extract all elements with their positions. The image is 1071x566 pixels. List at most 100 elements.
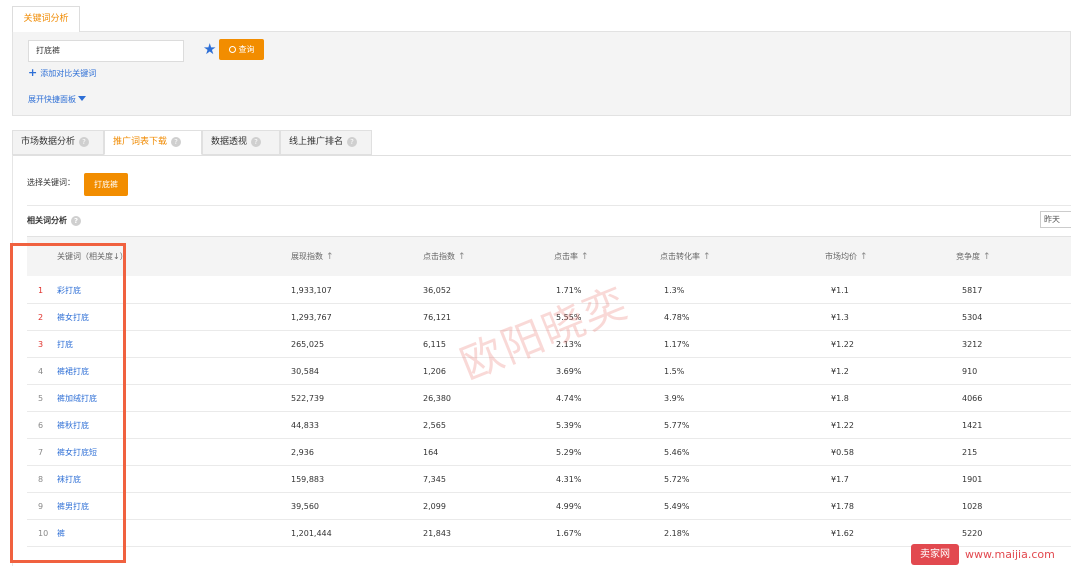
help-icon[interactable]: ? <box>171 137 182 147</box>
expand-panel-link[interactable]: 展开快捷面板 <box>28 94 86 105</box>
query-button[interactable]: 查询 <box>219 39 264 60</box>
competition-cell: 3212 <box>962 340 983 349</box>
sort-arrow-icon: ↑ <box>326 252 334 262</box>
search-panel: 打底裤 ★ 查询 + 添加对比关键词 展开快捷面板 <box>12 31 1071 116</box>
expand-panel-label: 展开快捷面板 <box>28 95 76 104</box>
cvr-cell: 5.49% <box>664 502 690 511</box>
cvr-cell: 2.18% <box>664 529 690 538</box>
impressions-cell: 1,933,107 <box>291 286 332 295</box>
column-header-clicks[interactable]: 点击指数 ↑ <box>423 237 466 277</box>
column-header-ctr[interactable]: 点击率 ↑ <box>554 237 589 277</box>
avg-price-cell: ¥1.2 <box>831 367 849 376</box>
impressions-cell: 265,025 <box>291 340 325 349</box>
column-header-label: 竞争度 <box>956 252 980 261</box>
tab-data-pivot[interactable]: 数据透视? <box>202 130 280 155</box>
avg-price-cell: ¥1.7 <box>831 475 849 484</box>
sort-arrow-icon: ↑ <box>703 252 711 262</box>
column-header-competition[interactable]: 竞争度 ↑ <box>956 237 991 277</box>
search-icon <box>228 46 236 53</box>
impressions-cell: 1,293,767 <box>291 313 332 322</box>
ctr-cell: 4.99% <box>556 502 582 511</box>
competition-cell: 1901 <box>962 475 983 484</box>
impressions-cell: 44,833 <box>291 421 319 430</box>
column-header-label: 展现指数 <box>291 252 323 261</box>
highlight-box <box>10 243 126 563</box>
avg-price-cell: ¥1.22 <box>831 340 854 349</box>
column-header-cvr[interactable]: 点击转化率 ↑ <box>660 237 711 277</box>
tab-market-data[interactable]: 市场数据分析? <box>12 130 104 155</box>
keyword-input[interactable]: 打底裤 <box>28 40 184 62</box>
content-top-border <box>12 155 1071 156</box>
ctr-cell: 4.31% <box>556 475 582 484</box>
table-row: 5 裤加绒打底 522,739 26,380 4.74% 3.9% ¥1.8 4066 <box>27 385 1071 412</box>
sort-arrow-icon: ↑ <box>581 252 589 262</box>
divider <box>27 205 1071 206</box>
column-header-avg-price[interactable]: 市场均价 ↑ <box>825 237 868 277</box>
clicks-cell: 21,843 <box>423 529 451 538</box>
table-row: 7 裤女打底短 2,936 164 5.29% 5.46% ¥0.58 215 <box>27 439 1071 466</box>
cvr-cell: 1.5% <box>664 367 685 376</box>
clicks-cell: 6,115 <box>423 340 446 349</box>
clicks-cell: 2,099 <box>423 502 446 511</box>
avg-price-cell: ¥1.1 <box>831 286 849 295</box>
brand-logo: 卖家网 <box>911 544 959 565</box>
cvr-cell: 5.46% <box>664 448 690 457</box>
impressions-cell: 522,739 <box>291 394 325 403</box>
caret-down-icon <box>78 96 86 101</box>
add-compare-link[interactable]: + 添加对比关键词 <box>28 66 96 79</box>
sort-arrow-icon: ↑ <box>458 252 466 262</box>
clicks-cell: 26,380 <box>423 394 451 403</box>
star-icon[interactable]: ★ <box>203 39 216 59</box>
brand-watermark: 卖家网 www.maijia.com <box>911 543 1071 566</box>
selected-keyword-button[interactable]: 打底裤 <box>84 173 128 196</box>
clicks-cell: 1,206 <box>423 367 446 376</box>
avg-price-cell: ¥1.62 <box>831 529 854 538</box>
avg-price-cell: ¥1.78 <box>831 502 854 511</box>
clicks-cell: 2,565 <box>423 421 446 430</box>
tab-online-ranking[interactable]: 线上推广排名? <box>280 130 372 155</box>
avg-price-cell: ¥1.22 <box>831 421 854 430</box>
ctr-cell: 5.39% <box>556 421 582 430</box>
sort-arrow-icon: ↑ <box>983 252 991 262</box>
ctr-cell: 4.74% <box>556 394 582 403</box>
table-row: 8 袜打底 159,883 7,345 4.31% 5.72% ¥1.7 1901 <box>27 466 1071 493</box>
plus-icon: + <box>28 66 38 79</box>
tab-keyword-analysis[interactable]: 关键词分析 <box>12 6 80 32</box>
date-range-select[interactable]: 昨天 <box>1040 211 1071 228</box>
add-compare-label: 添加对比关键词 <box>40 69 97 78</box>
table-row: 9 裤男打底 39,560 2,099 4.99% 5.49% ¥1.78 1028 <box>27 493 1071 520</box>
competition-cell: 5817 <box>962 286 983 295</box>
competition-cell: 1421 <box>962 421 983 430</box>
section-title-label: 相关词分析 <box>27 216 67 225</box>
column-header-impressions[interactable]: 展现指数 ↑ <box>291 237 334 277</box>
column-header-label: 点击指数 <box>423 252 455 261</box>
help-icon[interactable]: ? <box>251 137 262 147</box>
table-row: 6 裤秋打底 44,833 2,565 5.39% 5.77% ¥1.22 1421 <box>27 412 1071 439</box>
competition-cell: 4066 <box>962 394 983 403</box>
competition-cell: 910 <box>962 367 978 376</box>
tab-label: 数据透视 <box>211 137 248 147</box>
column-header-label: 点击转化率 <box>660 252 700 261</box>
ctr-cell: 5.29% <box>556 448 582 457</box>
clicks-cell: 76,121 <box>423 313 451 322</box>
ctr-cell: 3.69% <box>556 367 582 376</box>
cvr-cell: 1.17% <box>664 340 690 349</box>
section-title: 相关词分析? <box>27 215 81 226</box>
impressions-cell: 30,584 <box>291 367 319 376</box>
tab-keyword-download[interactable]: 推广词表下载? <box>104 130 202 155</box>
help-icon[interactable]: ? <box>79 137 90 147</box>
cvr-cell: 5.77% <box>664 421 690 430</box>
table-header: 关键词（相关度↓） 展现指数 ↑ 点击指数 ↑ 点击率 ↑ 点击转化率 ↑ 市场均价 ↑ … <box>27 236 1071 276</box>
cvr-cell: 1.3% <box>664 286 685 295</box>
column-header-label: 市场均价 <box>825 252 857 261</box>
avg-price-cell: ¥1.3 <box>831 313 849 322</box>
competition-cell: 1028 <box>962 502 983 511</box>
help-icon[interactable]: ? <box>71 216 81 226</box>
clicks-cell: 36,052 <box>423 286 451 295</box>
tab-label: 市场数据分析 <box>21 137 76 147</box>
brand-url: www.maijia.com <box>965 548 1055 561</box>
competition-cell: 5304 <box>962 313 983 322</box>
help-icon[interactable]: ? <box>347 137 358 147</box>
select-keyword-label: 选择关键词： <box>27 178 75 187</box>
impressions-cell: 2,936 <box>291 448 314 457</box>
